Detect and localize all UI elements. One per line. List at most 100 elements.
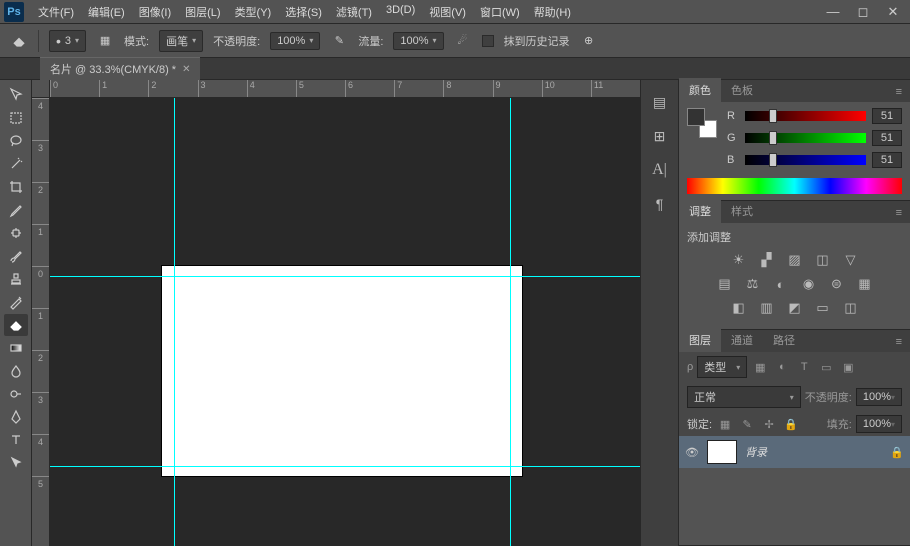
tab-styles[interactable]: 样式	[721, 199, 763, 223]
spot-heal-tool[interactable]	[4, 222, 28, 244]
balance-icon[interactable]: ⚖	[743, 275, 763, 293]
pressure-size-icon[interactable]: ⊕	[580, 32, 598, 50]
r-slider[interactable]	[745, 111, 866, 121]
move-tool[interactable]	[4, 84, 28, 106]
layer-opacity-dropdown[interactable]: 100%	[856, 388, 902, 406]
menu-file[interactable]: 文件(F)	[32, 2, 80, 22]
menu-filter[interactable]: 滤镜(T)	[330, 2, 378, 22]
magic-wand-tool[interactable]	[4, 153, 28, 175]
ruler-origin[interactable]	[32, 80, 50, 98]
vibrance-icon[interactable]: ▽	[841, 251, 861, 269]
artboard[interactable]	[162, 266, 522, 476]
history-brush-tool[interactable]	[4, 291, 28, 313]
airbrush-icon[interactable]: ☄	[454, 32, 472, 50]
blur-tool[interactable]	[4, 360, 28, 382]
exposure-icon[interactable]: ◫	[813, 251, 833, 269]
tab-channels[interactable]: 通道	[721, 328, 763, 352]
guide-vertical[interactable]	[174, 98, 175, 546]
brightness-icon[interactable]: ☀	[729, 251, 749, 269]
menu-image[interactable]: 图像(I)	[133, 2, 177, 22]
photo-filter-icon[interactable]: ◉	[799, 275, 819, 293]
filter-shape-icon[interactable]: ▭	[817, 359, 835, 375]
ruler-horizontal[interactable]: 01234567891011	[50, 80, 640, 98]
lock-icon[interactable]: 🔒	[890, 446, 904, 459]
close-button[interactable]: ✕	[880, 4, 906, 20]
color-spectrum[interactable]	[687, 178, 902, 194]
flow-dropdown[interactable]: 100%	[393, 32, 443, 50]
menu-type[interactable]: 类型(Y)	[229, 2, 278, 22]
menu-layer[interactable]: 图层(L)	[179, 2, 226, 22]
gradient-map-icon[interactable]: ▭	[813, 299, 833, 317]
guide-vertical[interactable]	[510, 98, 511, 546]
path-select-tool[interactable]	[4, 452, 28, 474]
tab-paths[interactable]: 路径	[763, 328, 805, 352]
stamp-tool[interactable]	[4, 268, 28, 290]
panel-menu-icon[interactable]: ≡	[888, 82, 910, 102]
channel-mixer-icon[interactable]: ⊜	[827, 275, 847, 293]
hue-icon[interactable]: ▤	[715, 275, 735, 293]
lock-paint-icon[interactable]: ✎	[738, 416, 756, 432]
brush-panel-toggle[interactable]: ▦	[96, 32, 114, 50]
menu-window[interactable]: 窗口(W)	[474, 2, 526, 22]
menu-view[interactable]: 视图(V)	[423, 2, 472, 22]
eraser-tool[interactable]	[4, 314, 28, 336]
layer-name[interactable]: 背录	[745, 444, 882, 460]
opacity-dropdown[interactable]: 100%	[270, 32, 320, 50]
r-value[interactable]: 51	[872, 108, 902, 124]
menu-select[interactable]: 选择(S)	[279, 2, 328, 22]
menu-3d[interactable]: 3D(D)	[380, 2, 421, 22]
paragraph-panel-icon[interactable]: A|	[648, 158, 672, 182]
layer-thumbnail[interactable]	[707, 440, 737, 464]
tab-layers[interactable]: 图层	[679, 328, 721, 352]
panel-menu-icon[interactable]: ≡	[888, 332, 910, 352]
visibility-toggle-icon[interactable]: 👁	[685, 446, 699, 459]
eyedropper-tool[interactable]	[4, 199, 28, 221]
styles-panel-icon[interactable]: ¶	[648, 192, 672, 216]
guide-horizontal[interactable]	[50, 276, 640, 277]
marquee-tool[interactable]	[4, 107, 28, 129]
tab-swatches[interactable]: 色板	[721, 78, 763, 102]
filter-type-icon[interactable]: T	[795, 359, 813, 375]
close-tab-icon[interactable]: ✕	[182, 64, 190, 75]
ruler-vertical[interactable]: 4321012345	[32, 98, 50, 546]
menu-help[interactable]: 帮助(H)	[528, 2, 577, 22]
filter-pixel-icon[interactable]: ▦	[751, 359, 769, 375]
g-value[interactable]: 51	[872, 130, 902, 146]
tab-adjustments[interactable]: 调整	[679, 199, 721, 223]
fill-dropdown[interactable]: 100%	[856, 415, 902, 433]
brush-tool[interactable]	[4, 245, 28, 267]
bw-icon[interactable]: ◐	[771, 275, 791, 293]
lock-position-icon[interactable]: ✢	[760, 416, 778, 432]
panel-menu-icon[interactable]: ≡	[888, 203, 910, 223]
lock-transparency-icon[interactable]: ▦	[716, 416, 734, 432]
type-tool[interactable]	[4, 429, 28, 451]
filter-kind-dropdown[interactable]: 类型	[697, 356, 747, 378]
invert-icon[interactable]: ◧	[729, 299, 749, 317]
g-slider[interactable]	[745, 133, 866, 143]
filter-smart-icon[interactable]: ▣	[839, 359, 857, 375]
history-panel-icon[interactable]: ▤	[648, 90, 672, 114]
foreground-background-swatch[interactable]	[687, 108, 717, 138]
minimize-button[interactable]: ―	[820, 4, 846, 20]
gradient-tool[interactable]	[4, 337, 28, 359]
pressure-opacity-icon[interactable]: ✎	[330, 32, 348, 50]
maximize-button[interactable]: ◻	[850, 4, 876, 20]
b-value[interactable]: 51	[872, 152, 902, 168]
posterize-icon[interactable]: ▥	[757, 299, 777, 317]
threshold-icon[interactable]: ◩	[785, 299, 805, 317]
pen-tool[interactable]	[4, 406, 28, 428]
b-slider[interactable]	[745, 155, 866, 165]
eraser-tool-icon[interactable]	[10, 32, 28, 50]
erase-history-checkbox[interactable]	[482, 35, 494, 47]
guide-horizontal[interactable]	[50, 466, 640, 467]
document-tab[interactable]: 名片 @ 33.3%(CMYK/8) * ✕	[40, 57, 200, 80]
canvas-area[interactable]: 01234567891011 4321012345	[32, 80, 640, 546]
character-panel-icon[interactable]: ⊞	[648, 124, 672, 148]
layer-item[interactable]: 👁 背录 🔒	[679, 436, 910, 468]
brush-size-dropdown[interactable]: •3	[49, 30, 86, 52]
selective-icon[interactable]: ◫	[841, 299, 861, 317]
blend-mode-dropdown[interactable]: 正常	[687, 386, 801, 408]
dodge-tool[interactable]	[4, 383, 28, 405]
lasso-tool[interactable]	[4, 130, 28, 152]
mode-dropdown[interactable]: 画笔	[159, 30, 203, 52]
